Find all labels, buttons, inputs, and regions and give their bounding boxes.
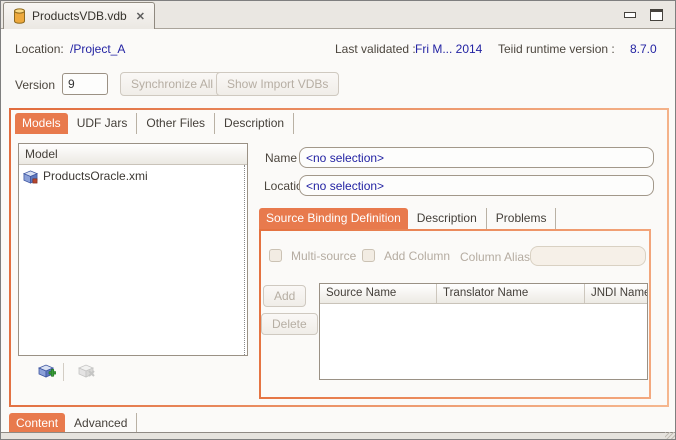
add-source-button[interactable]: Add	[263, 285, 306, 307]
runtime-version-label: Teiid runtime version :	[498, 42, 615, 56]
multi-source-checkbox[interactable]	[269, 249, 282, 262]
add-column-label: Add Column	[384, 249, 450, 263]
view-controls	[624, 9, 663, 21]
tab-source-binding-definition[interactable]: Source Binding Definition	[259, 208, 408, 229]
tab-models[interactable]: Models	[15, 113, 68, 134]
minimize-icon[interactable]	[624, 12, 636, 18]
version-label: Version	[15, 78, 55, 92]
detail-tab-strip: Source Binding Definition Description Pr…	[259, 208, 556, 229]
add-model-icon	[37, 362, 56, 381]
name-label: Name	[265, 151, 297, 165]
sources-table-body	[320, 304, 647, 379]
sources-table-header: Source Name Translator Name JNDI Name	[320, 284, 647, 304]
resize-grip[interactable]	[665, 432, 675, 439]
close-tab-icon[interactable]: ✕	[136, 10, 145, 23]
runtime-version-value: 8.7.0	[630, 42, 657, 56]
remove-model-icon	[77, 362, 96, 381]
column-header-jndi-name[interactable]: JNDI Name	[585, 284, 647, 303]
location-input[interactable]	[299, 175, 654, 196]
location-value: /Project_A	[70, 42, 125, 56]
location-label: Location:	[15, 42, 64, 56]
models-table: Model ProductsOracle.xmi	[18, 143, 248, 356]
synchronize-all-button[interactable]: Synchronize All	[120, 72, 224, 96]
main-tab-strip: Models UDF Jars Other Files Description	[15, 113, 294, 134]
model-cube-icon	[23, 169, 38, 184]
add-model-button[interactable]	[36, 362, 56, 382]
editor-tab-bar: ProductsVDB.vdb ✕	[1, 1, 675, 29]
tab-detail-description[interactable]: Description	[408, 208, 487, 229]
vdb-editor-window: ProductsVDB.vdb ✕ Location: /Project_A L…	[0, 0, 676, 440]
tab-description[interactable]: Description	[215, 113, 294, 134]
last-validated-value: Fri M... 2014	[415, 42, 482, 56]
add-column-checkbox[interactable]	[362, 249, 375, 262]
last-validated-label: Last validated :	[335, 42, 416, 56]
models-column-header[interactable]: Model	[19, 144, 247, 165]
show-import-vdbs-button[interactable]: Show Import VDBs	[216, 72, 339, 96]
bottom-tab-strip: Content Advanced	[9, 413, 137, 433]
maximize-icon[interactable]	[650, 9, 663, 21]
tab-udf-jars[interactable]: UDF Jars	[68, 113, 138, 134]
tab-content[interactable]: Content	[9, 413, 65, 433]
toolbar-divider	[63, 363, 64, 381]
delete-source-button[interactable]: Delete	[261, 313, 318, 335]
tab-problems[interactable]: Problems	[487, 208, 557, 229]
tab-advanced[interactable]: Advanced	[65, 413, 137, 433]
tab-other-files[interactable]: Other Files	[137, 113, 215, 134]
column-divider	[244, 165, 245, 355]
model-row[interactable]: ProductsOracle.xmi	[19, 165, 247, 187]
models-table-body: ProductsOracle.xmi	[19, 165, 247, 355]
model-name: ProductsOracle.xmi	[43, 169, 148, 183]
remove-model-button[interactable]	[76, 362, 96, 382]
multi-source-label: Multi-source	[291, 249, 356, 263]
name-input[interactable]	[299, 147, 654, 168]
sources-table: Source Name Translator Name JNDI Name	[319, 283, 648, 380]
editor-tab-title: ProductsVDB.vdb	[32, 9, 127, 23]
editor-tab-productsvdb[interactable]: ProductsVDB.vdb ✕	[3, 2, 155, 29]
column-header-translator-name[interactable]: Translator Name	[437, 284, 585, 303]
column-alias-label: Column Alias	[460, 250, 530, 264]
version-input[interactable]	[62, 73, 108, 95]
column-header-source-name[interactable]: Source Name	[320, 284, 437, 303]
bottom-window-bar	[1, 432, 675, 439]
vdb-database-icon	[13, 8, 26, 24]
column-alias-input[interactable]	[530, 246, 646, 266]
